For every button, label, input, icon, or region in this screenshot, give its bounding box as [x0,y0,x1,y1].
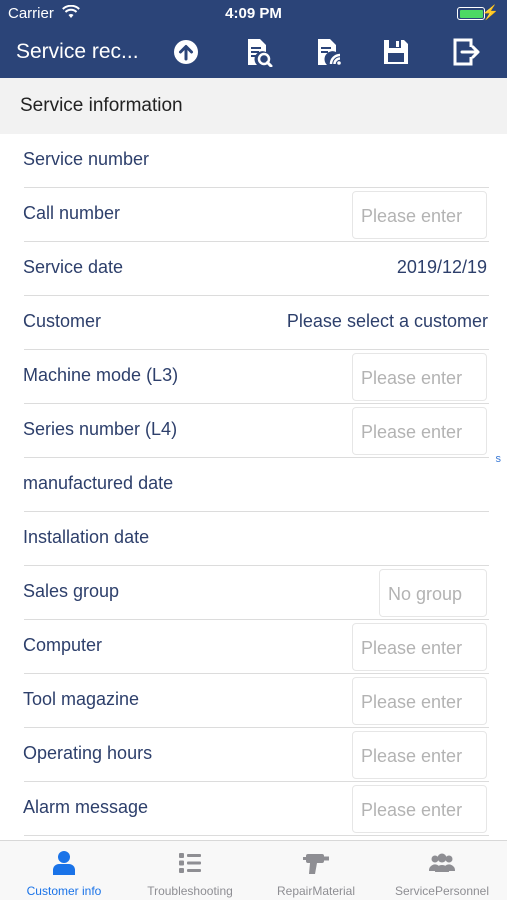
exit-button[interactable] [448,34,484,70]
section-header: Service information [0,78,507,134]
row-label: Service number [23,149,150,169]
alarm-message-input[interactable]: Please enter [352,785,487,833]
tab-label: ServicePersonnel [394,884,490,898]
sales-group-select[interactable]: No group [379,569,487,617]
row-installation-date[interactable]: Installation date [0,512,507,566]
row-label: Tool magazine [23,689,140,709]
row-service-date[interactable]: Service date 2019/12/19 [0,242,507,296]
document-signal-icon [318,39,341,65]
tab-label: RepairMaterial [276,884,356,898]
save-icon [384,40,408,64]
row-tool-magazine: Tool magazine Please enter [0,674,507,728]
row-machine-mode: Machine mode (L3) Please enter [0,350,507,404]
list-icon [179,853,201,873]
row-label: Service date [23,257,124,277]
tool-magazine-input[interactable]: Please enter [352,677,487,725]
input-placeholder: Please enter [361,800,463,820]
group-icon [428,853,456,872]
row-label: Computer [23,635,103,655]
row-series-number: Series number (L4) Please enter [0,404,507,458]
input-placeholder: No group [388,584,463,604]
row-label: manufactured date [23,473,174,493]
row-label: Alarm message [23,797,149,817]
machine-mode-input[interactable]: Please enter [352,353,487,401]
drill-icon [303,854,329,874]
row-label: Operating hours [23,743,153,763]
page-title: Service rec... [16,40,139,63]
person-icon [53,851,75,875]
row-label: Customer [23,311,102,331]
upload-icon [174,40,198,64]
row-customer[interactable]: Customer Please select a customer [0,296,507,350]
series-number-input[interactable]: Please enter [352,407,487,455]
nav-bar: Service rec... [0,28,507,78]
battery-fill [459,9,483,18]
row-divider [24,834,489,836]
service-form: Service number Call number Please enter … [0,134,507,840]
input-placeholder: Please enter [361,368,463,388]
customer-select[interactable]: Please select a customer [287,311,488,332]
row-label: Call number [23,203,121,223]
tab-label: Customer info [26,884,102,898]
row-manufactured-date[interactable]: manufactured date [0,458,507,512]
service-date-value[interactable]: 2019/12/19 [397,257,487,278]
row-operating-hours: Operating hours Please enter [0,728,507,782]
tab-customer-info[interactable]: Customer info [1,841,127,900]
input-placeholder: Please enter [361,746,463,766]
section-title: Service information [20,95,183,116]
input-placeholder: Please enter [361,692,463,712]
tab-troubleshooting[interactable]: Troubleshooting [127,841,253,900]
exit-icon [453,38,480,66]
row-label: Installation date [23,527,150,547]
row-computer: Computer Please enter [0,620,507,674]
status-time: 4:09 PM [225,5,282,22]
tab-repair-material[interactable]: RepairMaterial [253,841,379,900]
row-label: Series number (L4) [23,419,178,439]
computer-input[interactable]: Please enter [352,623,487,671]
tab-service-personnel[interactable]: ServicePersonnel [379,841,505,900]
search-document-button[interactable] [240,34,276,70]
row-sales-group: Sales group No group [0,566,507,620]
row-label: Machine mode (L3) [23,365,179,385]
document-search-icon [248,39,273,67]
tab-bar: Customer info Troubleshooting RepairMate… [0,840,507,900]
signature-button[interactable] [310,34,346,70]
row-label: Sales group [23,581,120,601]
charging-icon: ⚡ [481,4,499,20]
input-placeholder: Please enter [361,422,463,442]
row-call-number: Call number Please enter [0,188,507,242]
upload-button[interactable] [168,34,204,70]
row-service-number[interactable]: Service number [0,134,507,188]
call-number-input[interactable]: Please enter [352,191,487,239]
tab-label: Troubleshooting [147,884,233,898]
input-placeholder: Please enter [361,638,463,658]
operating-hours-input[interactable]: Please enter [352,731,487,779]
input-placeholder: Please enter [361,206,463,226]
status-bar: Carrier 4:09 PM ⚡ [0,0,507,28]
row-alarm-message: Alarm message Please enter [0,782,507,836]
save-button[interactable] [378,34,414,70]
